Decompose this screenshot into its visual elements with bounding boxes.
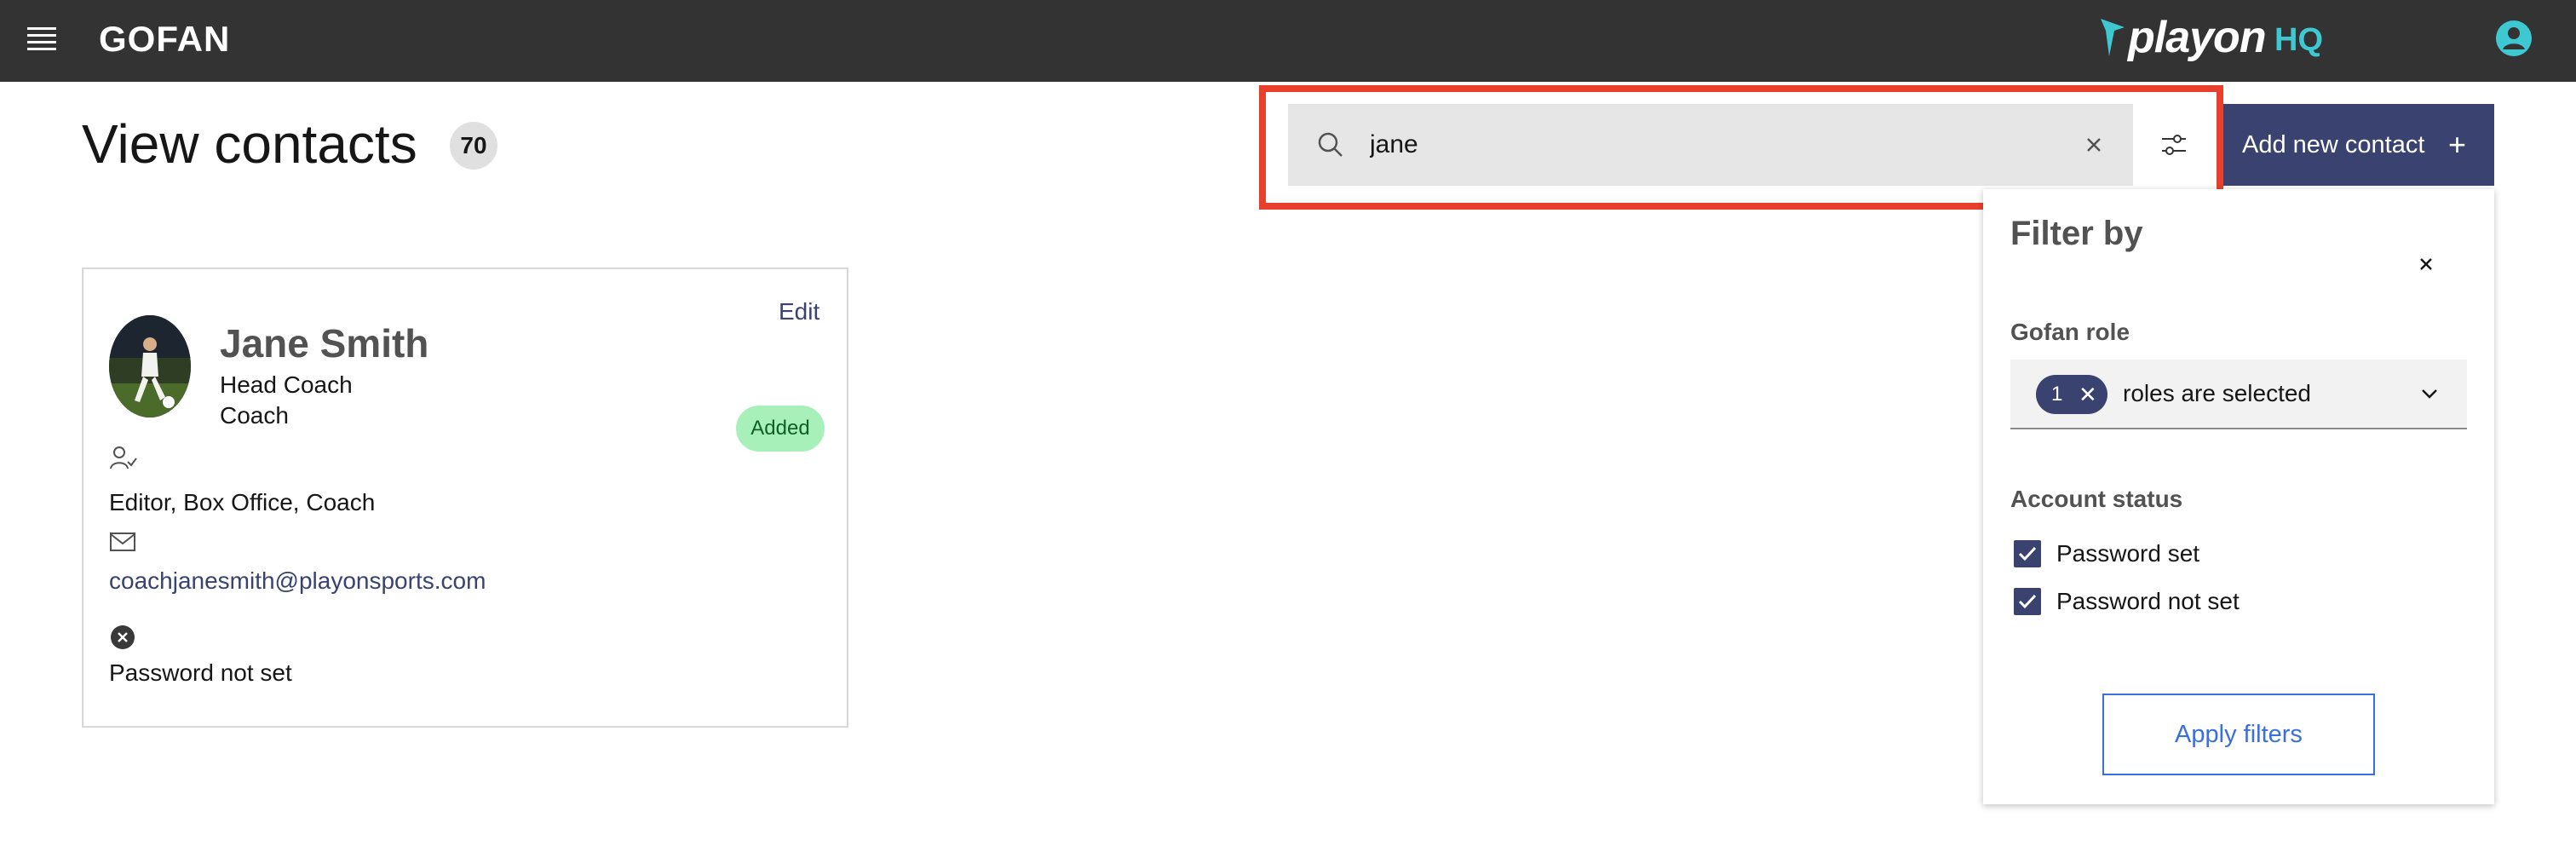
page-title: View contacts (82, 113, 417, 175)
checkmark-icon (2018, 546, 2037, 561)
checkbox-label: Password set (2056, 540, 2200, 567)
add-contact-label: Add new contact (2242, 131, 2425, 158)
contact-email-link[interactable]: coachjanesmith@playonsports.com (109, 567, 486, 595)
chevron-down-icon (2422, 389, 2437, 399)
checkbox-checked[interactable] (2014, 588, 2041, 615)
plus-icon: + (2448, 127, 2467, 162)
mail-icon (110, 532, 135, 551)
edit-contact-link[interactable]: Edit (779, 298, 819, 325)
gofan-role-label: Gofan role (2010, 319, 2130, 345)
apply-filters-button[interactable]: Apply filters (2102, 694, 2375, 775)
gofan-role-select[interactable]: 1 ✕ roles are selected (2010, 360, 2467, 429)
checkmark-icon (2018, 594, 2037, 609)
add-new-contact-button[interactable]: Add new contact + (2223, 104, 2494, 186)
logo-hq: HQ (2274, 22, 2323, 58)
contact-card: Jane Smith Head Coach Coach Edit Added E… (82, 268, 848, 728)
role-tag-count: 1 (2051, 383, 2063, 406)
avatar (109, 315, 191, 417)
top-nav-bar: GOFAN playon HQ (0, 0, 2576, 82)
close-icon[interactable] (2409, 247, 2443, 281)
checkbox-label: Password not set (2056, 588, 2240, 614)
checkbox-checked[interactable] (2014, 540, 2041, 567)
search-bar[interactable] (1288, 104, 2133, 186)
role-select-text: roles are selected (2123, 380, 2312, 406)
logo-word: playon (2128, 13, 2267, 62)
filter-panel: Filter by Gofan role 1 ✕ roles are selec… (1983, 189, 2494, 804)
close-icon[interactable] (2080, 131, 2107, 158)
playon-hq-logo: playon HQ (2096, 10, 2334, 66)
hamburger-menu-icon[interactable] (27, 27, 56, 53)
contact-permissions: Editor, Box Office, Coach (109, 489, 376, 515)
clear-tag-icon[interactable]: ✕ (2079, 375, 2097, 414)
sliders-icon (2162, 135, 2186, 155)
filter-panel-title: Filter by (2010, 215, 2143, 252)
account-status-label: Account status (2010, 486, 2183, 512)
brand-name[interactable]: GOFAN (99, 19, 230, 60)
status-badge: Added (736, 406, 825, 452)
user-account-icon[interactable] (2494, 19, 2533, 58)
close-filled-icon (111, 625, 135, 649)
contact-title: Head Coach (220, 371, 353, 398)
filter-toggle-button[interactable] (2133, 104, 2215, 186)
logo-arrow-icon (2101, 19, 2125, 56)
contact-name: Jane Smith (220, 321, 429, 366)
password-status: Password not set (109, 659, 292, 686)
selected-roles-tag[interactable]: 1 ✕ (2036, 375, 2107, 414)
contact-count-badge: 70 (450, 122, 497, 170)
user-check-icon (110, 446, 137, 469)
contact-role: Coach (220, 402, 289, 429)
search-icon (1318, 132, 1343, 157)
search-input[interactable] (1370, 104, 2017, 186)
